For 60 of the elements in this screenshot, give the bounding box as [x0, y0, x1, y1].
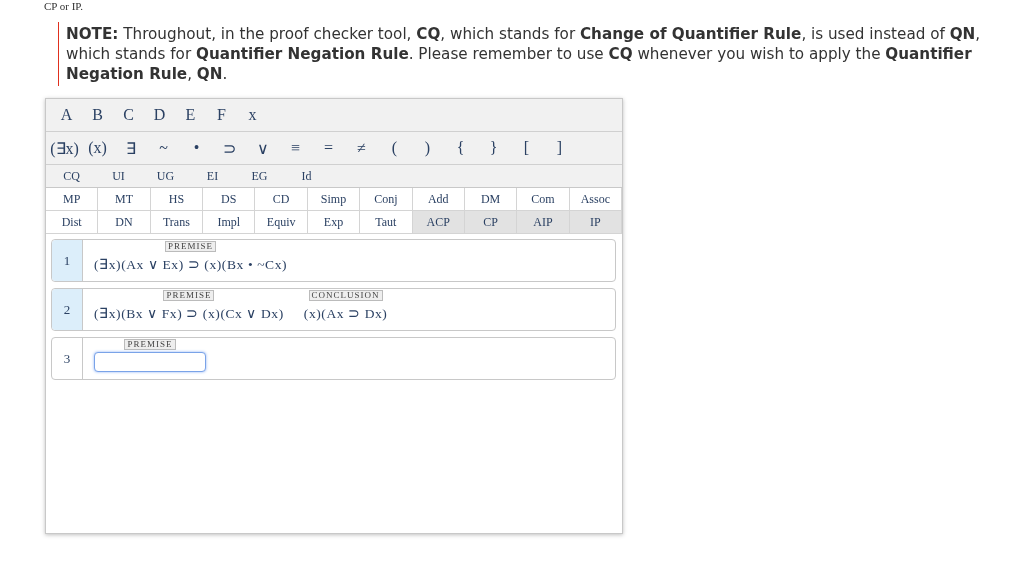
rule-button[interactable]: DN — [98, 211, 151, 234]
letter-key[interactable]: x — [237, 102, 268, 128]
symbol-key[interactable]: ⊃ — [213, 135, 246, 161]
symbol-key[interactable]: ~ — [147, 135, 180, 161]
symbol-key[interactable]: ( — [378, 135, 411, 161]
symbol-key[interactable]: ∃ — [114, 135, 147, 161]
line-number: 2 — [52, 289, 83, 330]
note-paragraph: NOTE: Throughout, in the proof checker tool, CQ, which stands for Change of Quantifier Rule, is used instead of QN, which stands for Quantifier Negation Rule. Please remember to use CQ whenever you wish to apply the Quantifier Negation Rule, QN. — [58, 22, 1016, 86]
letter-key[interactable]: F — [206, 102, 237, 128]
rule-button[interactable]: EI — [189, 166, 236, 186]
symbol-key[interactable]: ] — [543, 135, 576, 161]
formula-text: (∃x)(Ax ∨ Ex) ⊃ (x)(Bx • ~Cx) — [94, 256, 288, 273]
rule-button[interactable]: Conj — [360, 188, 413, 211]
rule-button[interactable]: Com — [517, 188, 570, 211]
rule-button[interactable]: Assoc — [569, 188, 622, 211]
premise-label: PREMISE — [124, 339, 176, 350]
rule-button[interactable]: HS — [150, 188, 204, 211]
symbol-key[interactable]: ∨ — [246, 135, 279, 161]
letter-key[interactable]: A — [51, 102, 82, 128]
line-number: 1 — [52, 240, 83, 281]
rule-button[interactable]: DS — [203, 188, 256, 211]
symbol-key[interactable]: = — [312, 135, 345, 161]
letter-key[interactable]: B — [82, 102, 113, 128]
premise-label: PREMISE — [163, 290, 215, 301]
premise-label: PREMISE — [165, 241, 217, 252]
rule-button[interactable]: Id — [283, 166, 330, 186]
symbol-key[interactable]: } — [477, 135, 510, 161]
symbol-key[interactable]: ≡ — [279, 135, 312, 161]
rule-button[interactable]: MP — [46, 188, 99, 211]
letter-key[interactable]: E — [175, 102, 206, 128]
symbol-key[interactable]: ) — [411, 135, 444, 161]
rule-button[interactable]: UG — [142, 166, 189, 186]
rule-button[interactable]: Dist — [46, 211, 99, 234]
rule-button[interactable]: CD — [255, 188, 308, 211]
letter-key[interactable]: C — [113, 102, 144, 128]
symbol-key[interactable]: { — [444, 135, 477, 161]
rule-button[interactable]: Simp — [307, 188, 361, 211]
conclusion-text: (x)(Ax ⊃ Dx) — [303, 305, 388, 322]
rule-button[interactable]: Trans — [150, 211, 204, 234]
symbol-key[interactable]: ≠ — [345, 135, 378, 161]
symbol-key[interactable]: (x) — [81, 135, 114, 161]
letter-key[interactable]: D — [144, 102, 175, 128]
symbol-key[interactable]: (∃x) — [48, 135, 81, 161]
rule-button[interactable]: MT — [98, 188, 151, 211]
line-number: 3 — [52, 338, 83, 379]
conclusion-label: CONCLUSION — [308, 290, 383, 301]
rule-button[interactable]: EG — [236, 166, 283, 186]
rule-button[interactable]: Taut — [360, 211, 413, 234]
intro-text: CP or IP. — [43, 0, 85, 12]
symbol-key[interactable]: [ — [510, 135, 543, 161]
rule-button[interactable]: UI — [95, 166, 142, 186]
rule-button[interactable]: Exp — [307, 211, 361, 234]
symbol-key[interactable]: • — [180, 135, 213, 161]
formula-text: (∃x)(Bx ∨ Fx) ⊃ (x)(Cx ∨ Dx) — [94, 305, 284, 322]
rule-button[interactable]: CQ — [48, 166, 95, 186]
rule-button[interactable]: Equiv — [255, 211, 308, 234]
rule-button[interactable]: Add — [412, 188, 465, 211]
formula-input-field[interactable] — [94, 352, 206, 372]
rule-button[interactable]: DM — [464, 188, 518, 211]
rule-button[interactable]: Impl — [203, 211, 256, 234]
